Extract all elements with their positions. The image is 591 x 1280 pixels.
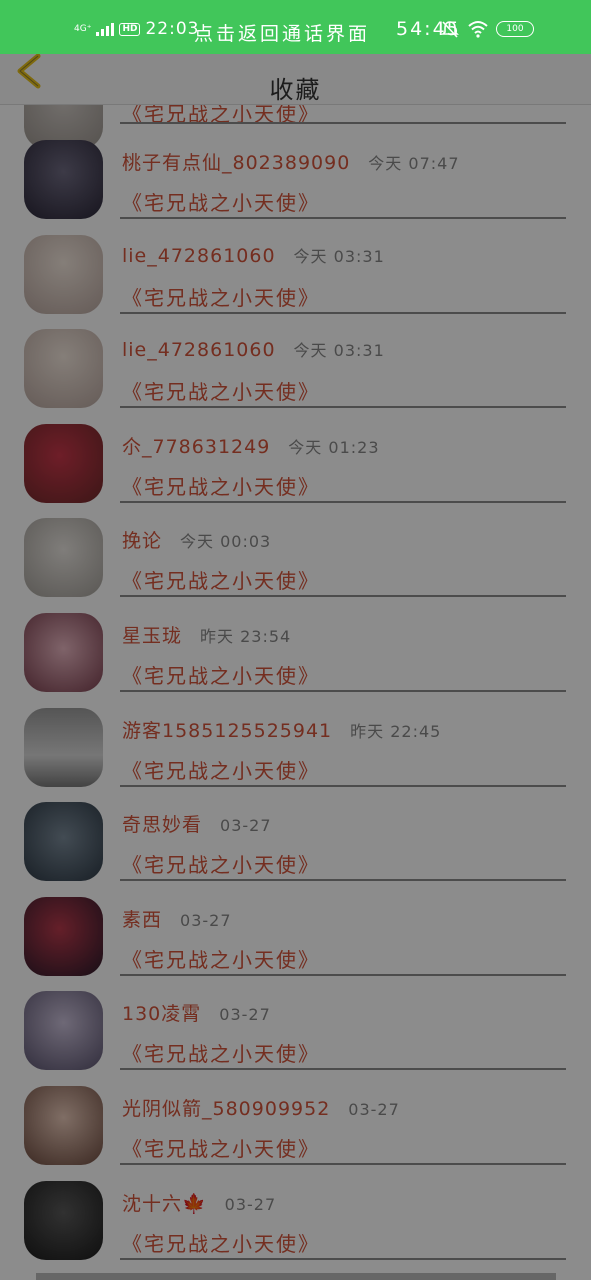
item-title: lie_472861060 今天 03:31 [122,243,385,267]
item-title: 130凌霄 03-27 [122,999,271,1026]
item-subtitle: 《宅兄战之小天使》 [122,1231,320,1256]
network-type: 4G⁺ [74,23,92,34]
item-username: 光阴似箭_580909952 [122,1097,331,1120]
item-time: 今天 01:23 [288,437,380,457]
battery-level: 100 [506,24,524,34]
item-title: 沈十六🍁 03-27 [122,1189,276,1216]
item-username: lie_472861060 [122,339,276,362]
next-row-peek [36,1273,556,1280]
item-title: 光阴似箭_580909952 03-27 [122,1094,400,1121]
item-title: lie_472861060 今天 03:31 [122,337,385,361]
item-time: 今天 07:47 [368,154,460,173]
item-username: 游客1585125525941 [122,719,333,742]
item-time: 今天 00:03 [180,532,272,552]
item-time: 今天 03:31 [293,246,385,266]
wifi-icon [468,21,488,38]
list-item-inner: 沈十六🍁 03-27 《宅兄战之小天使》 [0,1148,591,1264]
item-username: lie_472861060 [122,244,276,267]
item-username: 素西 [122,908,163,931]
item-username: 尒_778631249 [122,435,271,458]
item-username: 奇思妙看 [122,814,203,837]
item-username: 桃子有点仙_802389090 [122,152,351,174]
item-time: 03-27 [224,1194,277,1214]
status-icons: 100 [440,20,534,38]
item-time: 03-27 [220,816,272,836]
item-title: 奇思妙看 03-27 [122,810,272,837]
item-time: 今天 03:31 [293,341,385,361]
page-title: 收藏 [269,76,322,104]
list-item[interactable]: 沈十六🍁 03-27 《宅兄战之小天使》 [0,1169,591,1264]
avatar [24,1180,103,1260]
favorites-list: 《宅兄战之小天使》 桃子有点仙_802389090 今天 07:47 《宅兄战之小… [0,70,591,1264]
battery-icon: 100 [496,21,534,37]
item-title: 尒_778631249 今天 01:23 [122,432,380,459]
item-username: 沈十六🍁 [122,1192,207,1215]
mute-bell-icon [441,21,459,38]
clock: 22:03 [145,19,200,39]
item-title: 桃子有点仙_802389090 今天 07:47 [122,148,460,175]
return-to-call-banner[interactable]: 点击返回通话界面 [194,19,370,46]
item-title: 素西 03-27 [122,905,232,932]
item-username: 星玉珑 [122,624,183,647]
title-bar: 收藏 [0,54,591,105]
item-time: 03-27 [348,1099,400,1119]
item-title: 星玉珑 昨天 23:54 [122,621,291,648]
item-username: 130凌霄 [122,1003,202,1026]
hd-badge: HD [119,22,141,36]
status-bar: 4G⁺ HD 22:03 点击返回通话界面 54:45 100 [0,0,591,54]
item-time: 昨天 22:45 [350,721,442,741]
item-time: 03-27 [180,910,232,930]
item-title: 挽论 今天 00:03 [122,526,271,553]
item-username: 挽论 [122,530,163,553]
signal-icon [96,22,115,36]
item-time: 昨天 23:54 [200,626,292,646]
item-time: 03-27 [219,1005,271,1025]
item-title: 游客1585125525941 昨天 22:45 [122,716,441,743]
status-indicators: 4G⁺ HD 22:03 [74,18,199,40]
divider [120,1257,566,1260]
